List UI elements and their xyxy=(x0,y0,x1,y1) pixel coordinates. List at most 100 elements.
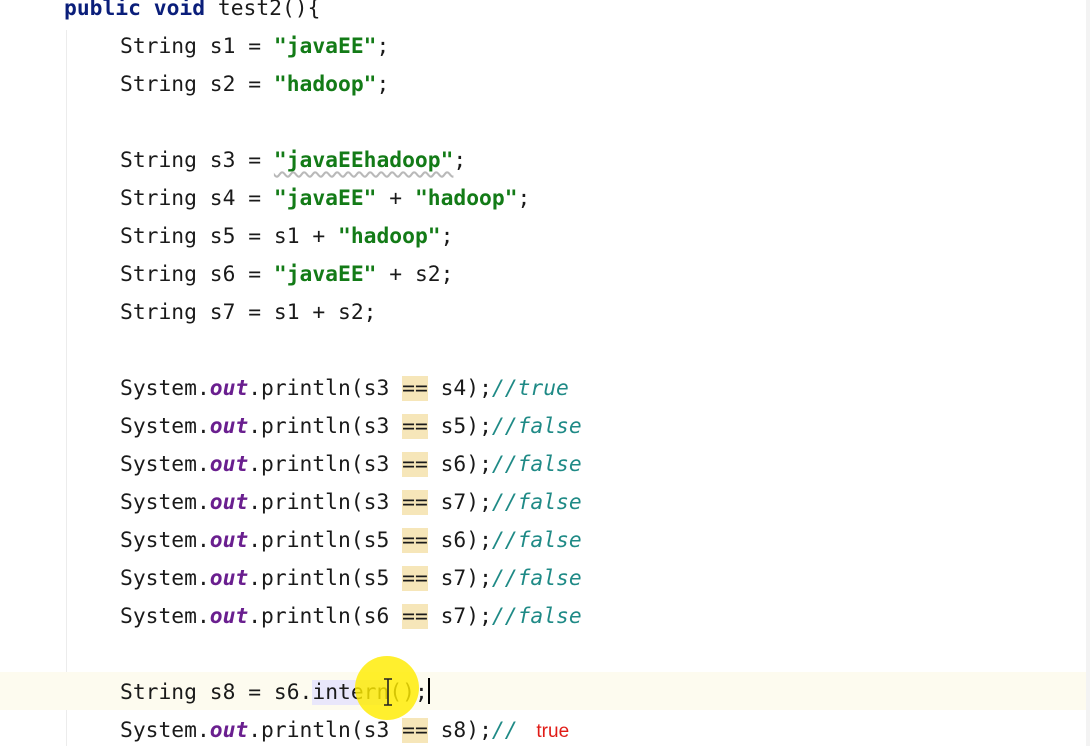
dot-token: . xyxy=(196,604,210,629)
declaration-line[interactable]: String s3 = "javaEEhadoop"; xyxy=(120,142,466,180)
variable-ref: s1 xyxy=(273,224,300,249)
code-editor[interactable]: public void test2(){String s1 = "javaEE"… xyxy=(0,0,1090,746)
string-literal: "hadoop" xyxy=(273,72,377,97)
line-comment: // xyxy=(491,718,518,743)
line-comment: //false xyxy=(491,414,582,439)
string-literal: "javaEE" xyxy=(273,262,377,287)
type-name: String xyxy=(120,148,197,173)
type-name: String xyxy=(120,72,197,97)
variable-name: s3 xyxy=(209,148,236,173)
semicolon: ; xyxy=(453,148,467,173)
assign-operator: = xyxy=(235,34,274,59)
type-name: String xyxy=(120,34,197,59)
editor-scrollbar[interactable] xyxy=(1086,0,1090,746)
dot-token: . xyxy=(299,680,313,705)
plus-operator: + xyxy=(299,300,339,325)
class-name: System xyxy=(120,718,197,743)
static-field-out: out xyxy=(209,414,249,439)
variable-ref: s4 xyxy=(440,376,467,401)
assign-operator: = xyxy=(235,262,274,287)
equals-operator: == xyxy=(402,566,428,591)
line-comment: //false xyxy=(491,566,582,591)
line-comment: //false xyxy=(491,452,582,477)
semicolon: ; xyxy=(376,34,390,59)
static-field-out: out xyxy=(209,452,249,477)
variable-name: s5 xyxy=(209,224,236,249)
println-comparison-line[interactable]: System.out.println(s5 == s6);//false xyxy=(120,522,582,560)
method-signature[interactable]: public void test2(){ xyxy=(64,0,320,28)
println-comparison-line[interactable]: System.out.println(s3 == s8);// true xyxy=(120,712,569,750)
variable-ref: s3 xyxy=(363,452,390,477)
close-paren: ); xyxy=(466,566,492,591)
type-name: String xyxy=(120,262,197,287)
assign-operator: = xyxy=(235,186,274,211)
method-call-println: .println( xyxy=(248,376,364,401)
println-comparison-line[interactable]: System.out.println(s5 == s7);//false xyxy=(120,560,582,598)
plus-operator: + xyxy=(299,224,339,249)
variable-ref: s3 xyxy=(363,376,390,401)
class-name: System xyxy=(120,528,197,553)
equals-operator: == xyxy=(402,452,428,477)
class-name: System xyxy=(120,604,197,629)
text-caret xyxy=(427,678,430,704)
static-field-out: out xyxy=(209,528,249,553)
dot-token: . xyxy=(196,414,210,439)
declaration-line[interactable]: String s7 = s1 + s2; xyxy=(120,294,377,332)
println-comparison-line[interactable]: System.out.println(s3 == s7);//false xyxy=(120,484,582,522)
type-name: String xyxy=(120,224,197,249)
method-call-println: .println( xyxy=(248,566,364,591)
variable-ref: s2 xyxy=(414,262,441,287)
variable-ref: s7 xyxy=(440,566,467,591)
equals-operator: == xyxy=(402,414,428,439)
variable-ref: s6 xyxy=(440,528,467,553)
method-call-println: .println( xyxy=(248,604,364,629)
line-comment: //true xyxy=(491,376,569,401)
close-paren: ); xyxy=(466,376,492,401)
declaration-line[interactable]: String s5 = s1 + "hadoop"; xyxy=(120,218,453,256)
method-call-println: .println( xyxy=(248,528,364,553)
declaration-line[interactable]: String s4 = "javaEE" + "hadoop"; xyxy=(120,180,530,218)
close-paren: ); xyxy=(466,528,492,553)
dot-token: . xyxy=(196,528,210,553)
println-comparison-line[interactable]: System.out.println(s3 == s4);//true xyxy=(120,370,569,408)
type-name: String xyxy=(120,186,197,211)
println-comparison-line[interactable]: System.out.println(s6 == s7);//false xyxy=(120,598,582,636)
string-literal: "javaEEhadoop" xyxy=(273,148,454,173)
static-field-out: out xyxy=(209,490,249,515)
plus-operator: + xyxy=(376,262,415,287)
dot-token: . xyxy=(196,452,210,477)
text-cursor-ibeam-icon xyxy=(384,678,392,706)
line-comment: //false xyxy=(491,490,582,515)
method-call-println: .println( xyxy=(248,414,364,439)
declaration-line[interactable]: String s2 = "hadoop"; xyxy=(120,66,389,104)
class-name: System xyxy=(120,414,197,439)
class-name: System xyxy=(120,376,197,401)
variable-ref: s5 xyxy=(363,528,390,553)
dot-token: . xyxy=(196,376,210,401)
assign-operator: = xyxy=(235,224,274,249)
type-name: String xyxy=(120,300,197,325)
variable-ref: s3 xyxy=(363,490,390,515)
equals-operator: == xyxy=(402,490,428,515)
println-comparison-line[interactable]: System.out.println(s3 == s6);//false xyxy=(120,446,582,484)
semicolon: ; xyxy=(440,262,454,287)
variable-ref: s6 xyxy=(363,604,390,629)
println-comparison-line[interactable]: System.out.println(s3 == s5);//false xyxy=(120,408,582,446)
variable-name: s4 xyxy=(209,186,236,211)
type-name: String xyxy=(120,680,197,705)
keyword-modifiers: public void xyxy=(64,0,206,21)
variable-name: s7 xyxy=(209,300,236,325)
string-literal: "hadoop" xyxy=(414,186,518,211)
string-literal: "hadoop" xyxy=(338,224,441,249)
variable-name: s8 xyxy=(209,680,236,705)
declaration-line[interactable]: String s1 = "javaEE"; xyxy=(120,28,389,66)
variable-name: s6 xyxy=(209,262,236,287)
plus-operator: + xyxy=(376,186,415,211)
class-name: System xyxy=(120,566,197,591)
variable-ref: s6 xyxy=(440,452,467,477)
line-comment: //false xyxy=(491,604,582,629)
declaration-line[interactable]: String s6 = "javaEE" + s2; xyxy=(120,256,453,294)
static-field-out: out xyxy=(209,566,249,591)
variable-ref: s6 xyxy=(273,680,300,705)
equals-operator: == xyxy=(402,718,428,743)
